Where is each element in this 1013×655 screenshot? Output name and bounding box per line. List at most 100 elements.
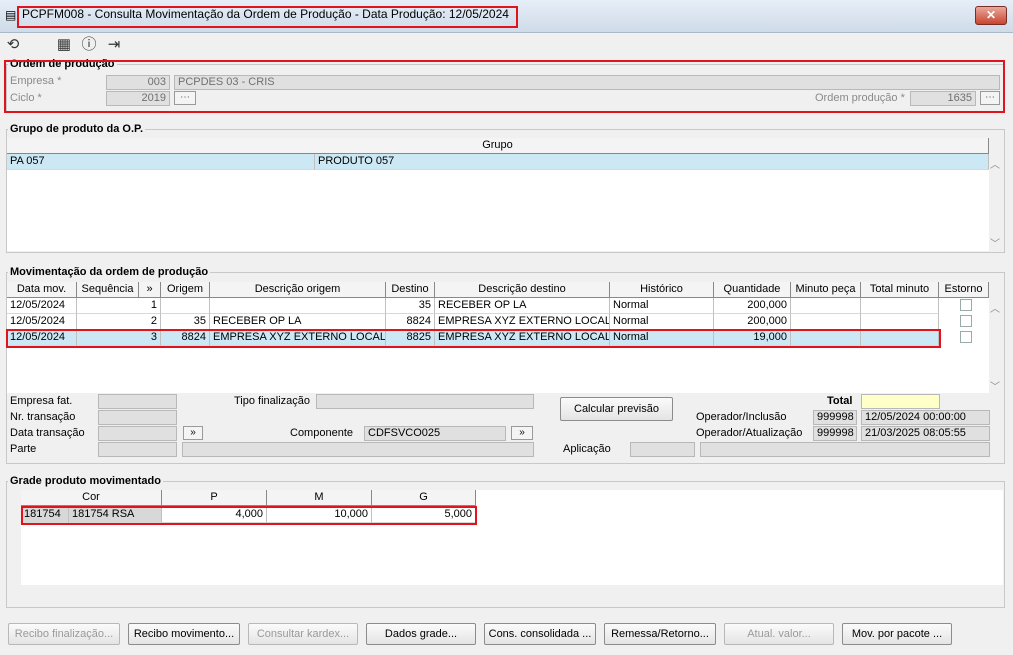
dados-grade-button[interactable]: Dados grade...	[366, 623, 476, 645]
cell: Normal	[610, 330, 714, 346]
grupo-scroll-up-icon[interactable]: ︿	[988, 156, 1002, 171]
cell	[210, 298, 386, 314]
col-expand[interactable]: »	[139, 282, 161, 298]
cell: 200,000	[714, 298, 791, 314]
col-minuto-peca[interactable]: Minuto peça	[791, 282, 861, 298]
mov-por-pacote-button[interactable]: Mov. por pacote ...	[842, 623, 952, 645]
cell: Normal	[610, 298, 714, 314]
col-data-mov[interactable]: Data mov.	[7, 282, 77, 298]
col-m[interactable]: M	[267, 490, 372, 506]
help-icon[interactable]: ⓘ	[80, 36, 98, 54]
op-inclusao-label: Operador/Inclusão	[696, 411, 787, 423]
mov-scroll-up-icon[interactable]: ︿	[988, 300, 1002, 315]
cell: RECEBER OP LA	[435, 298, 610, 314]
transacao-arrow-button[interactable]: »	[183, 426, 203, 440]
cell	[861, 298, 939, 314]
col-estorno[interactable]: Estorno	[939, 282, 989, 298]
aplicacao-code-field[interactable]	[630, 442, 695, 457]
data-transacao-field[interactable]	[98, 426, 177, 441]
cons-consolidada-button[interactable]: Cons. consolidada ...	[484, 623, 596, 645]
consultar-kardex-button[interactable]: Consultar kardex...	[248, 623, 358, 645]
op-atualizacao-date-field: 21/03/2025 08:05:55	[861, 426, 990, 441]
window-title: PCPFM008 - Consulta Movimentação da Orde…	[22, 7, 509, 21]
cell: 3	[77, 330, 161, 346]
ciclo-lookup-button[interactable]: ⋯	[174, 91, 196, 105]
grupo-code-cell: PA 057	[7, 154, 315, 170]
col-descricao-origem[interactable]: Descrição origem	[210, 282, 386, 298]
parte-code-field[interactable]	[98, 442, 177, 457]
cell: RECEBER OP LA	[210, 314, 386, 330]
cell: 8824	[386, 314, 435, 330]
op-atualizacao-code-field: 999998	[813, 426, 857, 441]
col-total-minuto[interactable]: Total minuto	[861, 282, 939, 298]
cell: 35	[386, 298, 435, 314]
cell: 8824	[161, 330, 210, 346]
nr-transacao-field[interactable]	[98, 410, 177, 425]
remessa-retorno-button[interactable]: Remessa/Retorno...	[604, 623, 716, 645]
tipo-finalizacao-label: Tipo finalização	[234, 395, 311, 407]
col-origem[interactable]: Origem	[161, 282, 210, 298]
col-sequencia[interactable]: Sequência	[77, 282, 139, 298]
col-descricao-destino[interactable]: Descrição destino	[435, 282, 610, 298]
mov-group-title: Movimentação da ordem de produção	[8, 266, 211, 278]
col-quantidade[interactable]: Quantidade	[714, 282, 791, 298]
cor-name-cell: 181754 RSA	[69, 507, 162, 523]
empresa-name-field: PCPDES 03 - CRIS	[174, 75, 1000, 90]
componente-arrow-button[interactable]: »	[511, 426, 533, 440]
mov-scroll-down-icon[interactable]: ﹀	[988, 378, 1002, 393]
empresa-label: Empresa *	[10, 75, 62, 87]
grupo-group-title: Grupo de produto da O.P.	[8, 123, 146, 135]
cell: 12/05/2024	[7, 330, 77, 346]
total-field	[861, 394, 940, 409]
estorno-checkbox[interactable]	[960, 299, 972, 311]
ciclo-field[interactable]: 2019	[106, 91, 170, 106]
cell: 1	[77, 298, 161, 314]
nr-transacao-label: Nr. transação	[10, 411, 76, 423]
atual-valor-button[interactable]: Atual. valor...	[724, 623, 834, 645]
op-inclusao-code-field: 999998	[813, 410, 857, 425]
op-atualizacao-label: Operador/Atualização	[696, 427, 803, 439]
estorno-checkbox[interactable]	[960, 331, 972, 343]
empresa-fat-field[interactable]	[98, 394, 177, 409]
grupo-name-cell: PRODUTO 057	[315, 154, 989, 170]
ordem-lookup-button[interactable]: ⋯	[980, 91, 1000, 105]
grupo-table: Grupo PA 057 PRODUTO 057	[7, 138, 989, 251]
calcular-previsao-button[interactable]: Calcular previsão	[560, 397, 673, 421]
cell: EMPRESA XYZ EXTERNO LOCAL C	[435, 314, 610, 330]
col-historico[interactable]: Histórico	[610, 282, 714, 298]
cell	[791, 298, 861, 314]
ciclo-label: Ciclo *	[10, 92, 42, 104]
parte-desc-field	[182, 442, 534, 457]
cell	[791, 330, 861, 346]
cell	[161, 298, 210, 314]
grade-table: Cor P M G 181754 181754 RSA 4,000 10,000…	[21, 490, 1003, 585]
m-cell[interactable]: 10,000	[267, 507, 372, 523]
col-p[interactable]: P	[162, 490, 267, 506]
recibo-movimento-button[interactable]: Recibo movimento...	[128, 623, 240, 645]
undo-icon[interactable]: ⟲	[4, 36, 22, 54]
col-destino[interactable]: Destino	[386, 282, 435, 298]
empresa-code-field[interactable]: 003	[106, 75, 170, 90]
grupo-scroll-down-icon[interactable]: ﹀	[988, 235, 1002, 250]
tipo-finalizacao-field[interactable]	[316, 394, 534, 409]
g-cell[interactable]: 5,000	[372, 507, 476, 523]
parte-label: Parte	[10, 443, 37, 455]
grupo-header[interactable]: Grupo	[7, 138, 989, 154]
componente-field[interactable]: CDFSVCO025	[364, 426, 506, 441]
cell: 12/05/2024	[7, 314, 77, 330]
recibo-finalizacao-button[interactable]: Recibo finalização...	[8, 623, 120, 645]
estorno-checkbox[interactable]	[960, 315, 972, 327]
componente-label: Componente	[290, 427, 353, 439]
calendar-icon[interactable]: ▦	[55, 36, 73, 54]
col-cor[interactable]: Cor	[21, 490, 162, 506]
ordem-label: Ordem produção *	[815, 92, 905, 104]
col-g[interactable]: G	[372, 490, 476, 506]
exit-icon[interactable]: ⇥	[105, 36, 123, 54]
cell: 200,000	[714, 314, 791, 330]
data-transacao-label: Data transação	[10, 427, 85, 439]
aplicacao-desc-field	[700, 442, 990, 457]
p-cell[interactable]: 4,000	[162, 507, 267, 523]
close-button[interactable]: ✕	[975, 6, 1007, 25]
ordem-field[interactable]: 1635	[910, 91, 976, 106]
cell	[861, 314, 939, 330]
